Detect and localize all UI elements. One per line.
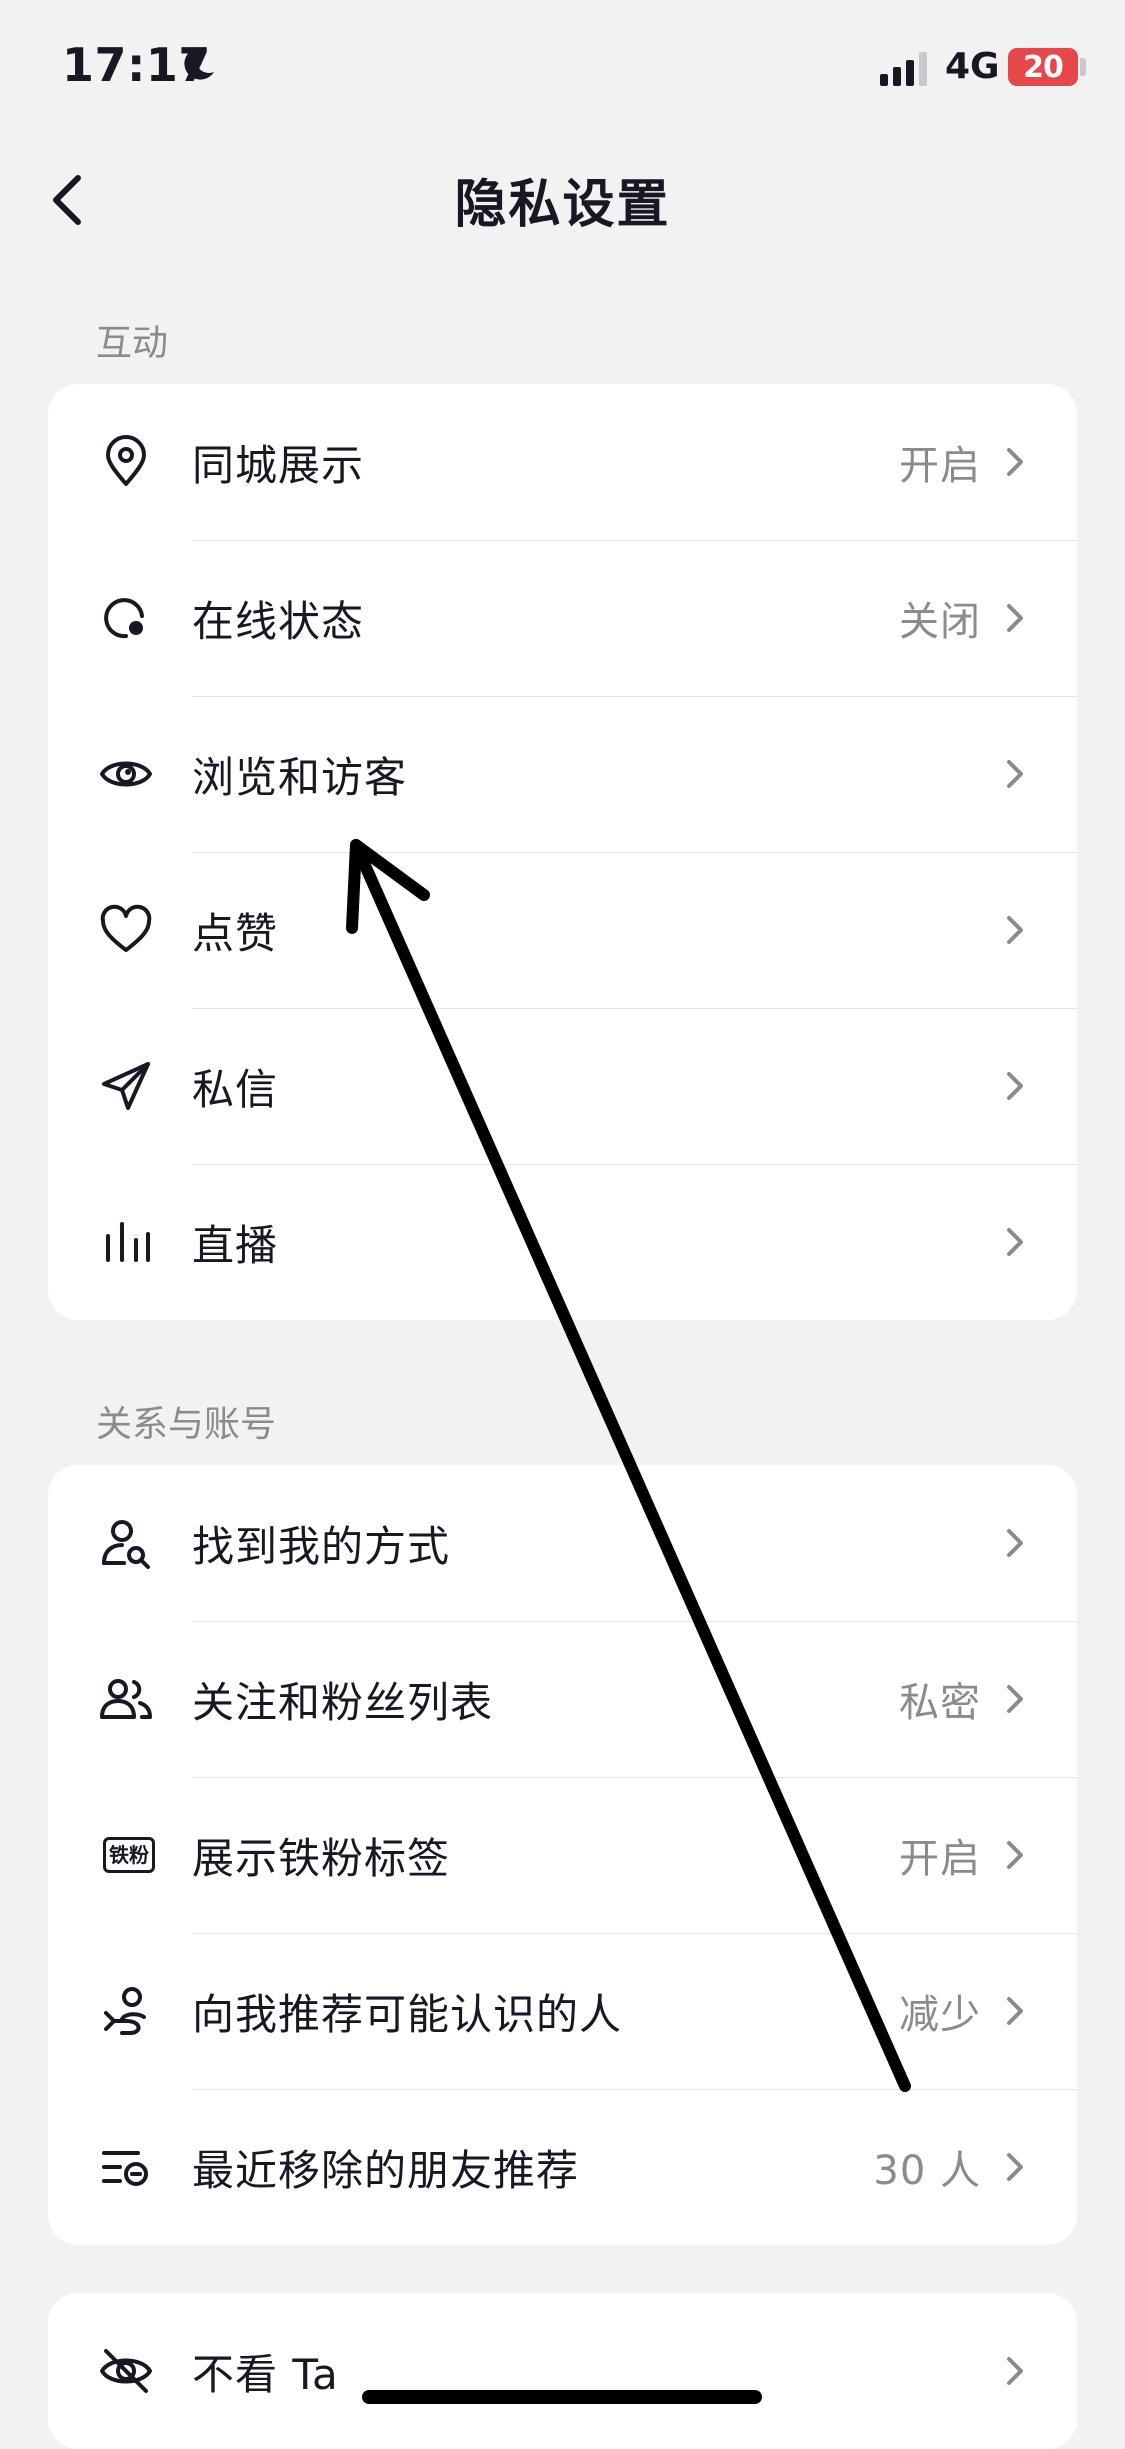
online-status-icon — [98, 590, 154, 646]
row-label: 私信 — [192, 1064, 279, 1114]
row-label: 在线状态 — [192, 596, 365, 646]
chevron-right-icon — [1007, 1685, 1023, 1713]
row-label: 同城展示 — [192, 440, 365, 490]
moon-icon — [184, 47, 214, 80]
battery-level: 20 — [1023, 49, 1064, 85]
status-bar: 17:17 4G 20 — [0, 0, 1125, 140]
chevron-right-icon — [1007, 916, 1023, 944]
network-type: 4G — [945, 46, 1000, 87]
paper-plane-icon — [98, 1058, 154, 1114]
chevron-right-icon — [1007, 1072, 1023, 1100]
row-label: 找到我的方式 — [192, 1521, 451, 1571]
row-label: 点赞 — [192, 908, 279, 958]
chevron-right-icon — [1007, 1997, 1023, 2025]
chevron-right-icon — [1007, 604, 1023, 632]
section-header-interaction: 互动 — [96, 323, 169, 364]
eye-icon — [98, 746, 154, 802]
eye-off-icon — [98, 2343, 154, 2399]
page-title: 隐私设置 — [454, 175, 671, 235]
row-likes[interactable]: 点赞 — [48, 852, 1077, 1008]
home-indicator[interactable] — [362, 2390, 762, 2404]
fan-badge-icon: 铁粉 — [98, 1827, 160, 1883]
row-recommend-people[interactable]: 向我推荐可能认识的人 减少 — [48, 1933, 1077, 2089]
card-interaction: 同城展示 开启 在线状态 关闭 浏览和访客 点赞 私信 直播 — [48, 384, 1077, 1320]
row-local-display[interactable]: 同城展示 开启 — [48, 384, 1077, 540]
battery-cap — [1080, 58, 1086, 76]
chevron-right-icon — [1007, 2153, 1023, 2181]
battery-icon: 20 — [1008, 48, 1078, 86]
row-value: 开启 — [899, 443, 981, 489]
recommend-user-icon — [98, 1983, 154, 2039]
row-value: 私密 — [899, 1680, 981, 1726]
row-fan-badge[interactable]: 铁粉 展示铁粉标签 开启 — [48, 1777, 1077, 1933]
row-label: 不看 Ta — [192, 2349, 339, 2399]
chevron-right-icon — [1007, 1228, 1023, 1256]
row-value: 开启 — [899, 1836, 981, 1882]
user-search-icon — [98, 1515, 154, 1571]
row-value: 减少 — [899, 1992, 981, 2038]
chevron-right-icon — [1007, 760, 1023, 788]
users-icon — [98, 1671, 154, 1727]
removed-list-icon — [98, 2139, 154, 2195]
fan-badge-text: 铁粉 — [103, 1837, 155, 1873]
row-views-visitors[interactable]: 浏览和访客 — [48, 696, 1077, 852]
chevron-right-icon — [1007, 2357, 1023, 2385]
row-label: 直播 — [192, 1220, 279, 1270]
row-find-me[interactable]: 找到我的方式 — [48, 1465, 1077, 1621]
row-direct-messages[interactable]: 私信 — [48, 1008, 1077, 1164]
row-value: 30 人 — [873, 2148, 981, 2194]
heart-icon — [98, 902, 154, 958]
card-relationships: 找到我的方式 关注和粉丝列表 私密 铁粉 展示铁粉标签 开启 向我推荐可能认识的… — [48, 1465, 1077, 2245]
row-value: 关闭 — [899, 599, 981, 645]
row-label: 展示铁粉标签 — [192, 1833, 451, 1883]
row-label: 向我推荐可能认识的人 — [192, 1989, 623, 2039]
row-removed-recommendations[interactable]: 最近移除的朋友推荐 30 人 — [48, 2089, 1077, 2245]
chevron-right-icon — [1007, 1841, 1023, 1869]
chevron-right-icon — [1007, 1529, 1023, 1557]
row-live[interactable]: 直播 — [48, 1164, 1077, 1320]
row-hide-from[interactable]: 不看 Ta — [48, 2293, 1077, 2449]
row-online-status[interactable]: 在线状态 关闭 — [48, 540, 1077, 696]
row-follow-fans-list[interactable]: 关注和粉丝列表 私密 — [48, 1621, 1077, 1777]
chevron-right-icon — [1007, 448, 1023, 476]
card-block: 不看 Ta — [48, 2293, 1077, 2449]
row-label: 最近移除的朋友推荐 — [192, 2145, 580, 2195]
signal-icon — [880, 52, 927, 86]
row-label: 浏览和访客 — [192, 752, 408, 802]
row-label: 关注和粉丝列表 — [192, 1677, 494, 1727]
section-header-relationships: 关系与账号 — [96, 1404, 277, 1445]
location-pin-icon — [98, 434, 154, 490]
live-bars-icon — [98, 1214, 154, 1270]
